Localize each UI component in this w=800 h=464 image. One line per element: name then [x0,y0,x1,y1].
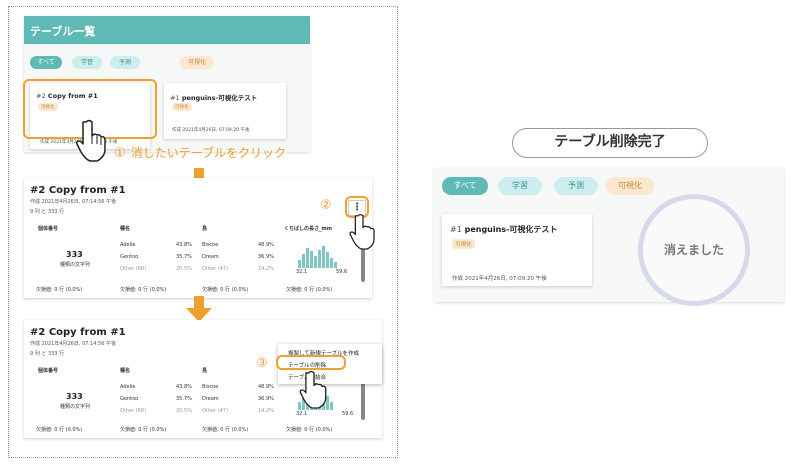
gone-indicator: 消えました [638,194,750,306]
value-name: Other (47) [202,266,229,272]
missing-values: 欠損値: 0 行 (0.0%) [286,427,333,433]
filter-prediction[interactable]: 予測 [554,177,598,195]
value-name: Biscoe [202,384,219,390]
card-date: 作成 2021年4月26日, 07:09:20 午後 [452,276,547,282]
column-header: 島 [202,226,208,232]
delete-complete-label: テーブル削除完了 [512,128,708,158]
card-tag: 可視化 [172,103,192,111]
step1-instruction: ① 消したいテーブルをクリック [114,146,287,161]
value-name: Gentoo [120,254,139,260]
column-header: 種名 [120,368,131,374]
value-name: Other (47) [202,408,229,414]
value-name: Dream [202,254,219,260]
value-pct: 14.2% [258,266,274,272]
card-tag: 可視化 [452,239,475,249]
detail-created: 作成 2021年4月26日, 07:14:56 午後 [30,341,117,347]
detail-created: 作成 2021年4月26日, 07:14:56 午後 [30,199,117,205]
type-label: 種類の文字列 [60,262,91,268]
filter-visualization[interactable]: 可視化 [606,177,654,195]
hist-max: 59.6 [336,269,348,275]
column-header: 個体番号 [38,226,59,232]
column-header: 島 [202,368,208,374]
table-detail-panel: #2 Copy from #1 作成 2021年4月26日, 07:14:56 … [24,178,372,298]
value-pct: 36.9% [258,396,274,402]
value-pct: 35.7% [176,254,192,260]
card-date: 作成 2021年4月26日, 07:09:20 午後 [172,128,250,133]
page-title: テーブル一覧 [24,16,310,44]
hand-cursor-icon [76,119,106,162]
column-header: 種名 [120,226,131,232]
unique-count: 333 [66,392,83,401]
step2-marker: ② [320,198,332,213]
unique-count: 333 [66,250,83,259]
filter-learning[interactable]: 学習 [498,177,542,195]
hist-max: 59.6 [342,411,354,417]
step3-marker: ③ [256,356,268,371]
value-pct: 20.5% [176,266,192,272]
filter-prediction[interactable]: 予測 [110,56,140,69]
card-title: #1 penguins-可視化テスト [450,225,558,234]
column-header: 個体番号 [38,368,59,374]
hand-cursor-icon [299,370,327,409]
filter-all[interactable]: すべて [442,177,488,195]
value-name: Adelie [120,384,136,390]
missing-values: 欠損値: 0 行 (0.0%) [202,287,249,293]
filter-visualization[interactable]: 可視化 [180,56,214,69]
missing-values: 欠損値: 0 行 (0.0%) [202,427,249,433]
hand-cursor-icon [349,213,375,250]
missing-values: 欠損値: 0 行 (0.0%) [286,287,333,293]
table-card-1[interactable]: #1 penguins-可視化テスト 可視化 作成 2021年4月26日, 07… [442,214,592,286]
value-name: Adelie [120,242,136,248]
value-name: Other (68) [120,408,147,414]
detail-size: 9 列 と 333 行 [30,351,65,357]
detail-title: #2 Copy from #1 [30,327,126,338]
filter-learning[interactable]: 学習 [72,56,102,69]
value-name: Dream [202,396,219,402]
value-pct: 14.2% [258,408,274,414]
value-pct: 48.9% [258,242,274,248]
table-card-1[interactable]: #1 penguins-可視化テスト 可視化 作成 2021年4月26日, 07… [164,83,286,139]
value-pct: 43.8% [176,384,192,390]
card-title: #1 penguins-可視化テスト [170,94,258,102]
missing-values: 欠損値: 0 行 (0.0%) [120,427,167,433]
value-name: Other (68) [120,266,147,272]
value-pct: 35.7% [176,396,192,402]
histogram [298,246,337,268]
value-pct: 36.9% [258,254,274,260]
value-name: Biscoe [202,242,219,248]
down-arrow-icon [186,296,212,322]
type-label: 種類の文字列 [60,404,91,410]
value-pct: 43.8% [176,242,192,248]
missing-values: 欠損値: 0 行 (0.0%) [36,287,83,293]
column-header: くちばしの長さ_mm [284,226,332,232]
value-name: Gentoo [120,396,139,402]
filter-all[interactable]: すべて [30,56,62,69]
value-pct: 48.9% [258,384,274,390]
detail-size: 9 列 と 333 行 [30,209,65,215]
missing-values: 欠損値: 0 行 (0.0%) [36,427,83,433]
missing-values: 欠損値: 0 行 (0.0%) [120,287,167,293]
detail-title: #2 Copy from #1 [30,185,126,196]
hist-min: 32.1 [296,269,308,275]
value-pct: 20.5% [176,408,192,414]
